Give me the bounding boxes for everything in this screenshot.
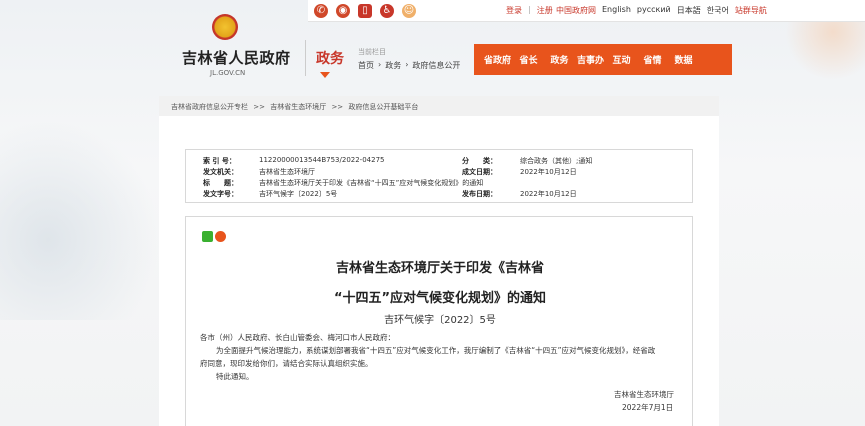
title-value: 吉林省生态环境厅关于印发《吉林省“十四五”应对气候变化规划》的通知 (259, 179, 484, 187)
separator: | (528, 5, 531, 14)
breadcrumb-separator: >> (253, 103, 265, 111)
accessibility-icon[interactable]: ♿ (380, 4, 394, 18)
mascot-icon[interactable]: ☺ (402, 4, 416, 18)
nav-item-interaction[interactable]: 互动 (606, 53, 637, 66)
index-label: 索 引 号： (203, 157, 236, 165)
section-title: 政务 (316, 51, 344, 67)
header-divider (305, 40, 306, 76)
document-body: 吉林省生态环境厅关于印发《吉林省 “十四五”应对气候变化规划》的通知 吉环气候字… (185, 216, 693, 426)
top-bar: ✆ ◉ ▯ ♿ ☺ 登录 | 注册 中国政府网 English русский … (308, 0, 865, 22)
document-recipients: 各市（州）人民政府、长白山管委会、梅河口市人民政府： (200, 333, 395, 342)
current-path: 首页 › 政务 › 政府信息公开 (358, 60, 460, 71)
published-date-label: 发布日期： (462, 190, 497, 198)
site-group-nav-link[interactable]: 站群导航 (735, 5, 767, 16)
share-weibo-icon[interactable] (215, 231, 226, 242)
path-disclosure-link[interactable]: 政府信息公开 (412, 60, 460, 71)
lang-link-gov[interactable]: 中国政府网 (556, 5, 596, 16)
share-wechat-icon[interactable] (202, 231, 213, 242)
social-icons: ✆ ◉ ▯ ♿ ☺ (314, 4, 416, 18)
document-title-line1: 吉林省生态环境厅关于印发《吉林省 (335, 261, 544, 276)
document-title-line2: “十四五”应对气候变化规划》的通知 (333, 291, 547, 306)
main-nav: 省政府 省长 政务 吉事办 互动 省情 数据 (474, 44, 732, 75)
nav-item-affairs[interactable]: 政务 (544, 53, 575, 66)
breadcrumb-platform[interactable]: 政府信息公开基础平台 (348, 103, 418, 111)
title-label: 标 题： (203, 179, 238, 187)
path-separator: › (405, 60, 409, 69)
created-date-value: 2022年10月12日 (520, 168, 577, 176)
created-date-label: 成文日期： (462, 168, 497, 176)
lang-link-english[interactable]: English (602, 5, 631, 16)
nav-item-governor[interactable]: 省长 (513, 53, 544, 66)
weibo-icon[interactable]: ◉ (336, 4, 350, 18)
mobile-icon[interactable]: ▯ (358, 4, 372, 18)
index-value: 11220000013544B753/2022-04275 (259, 156, 385, 164)
current-section-label: 当前栏目 (358, 48, 386, 56)
background-landscape (0, 120, 160, 320)
document-number: 吉环气候字〔2022〕5号 (384, 315, 496, 326)
document-paragraph-1-line2: 府同意，现印发给你们，请结合实际认真组织实施。 (200, 359, 373, 368)
lang-link-russian[interactable]: русский (637, 5, 671, 16)
docnum-value: 吉环气候字〔2022〕5号 (259, 190, 338, 198)
site-name[interactable]: 吉林省人民政府 (182, 47, 291, 68)
org-value: 吉林省生态环境厅 (259, 168, 315, 176)
path-home-link[interactable]: 首页 (358, 60, 374, 71)
document-date: 2022年7月1日 (622, 403, 674, 412)
document-paragraph-1-line1: 为全面提升气候治理能力，系统谋划部署我省“十四五”应对气候变化工作，我厅编制了《… (216, 346, 656, 355)
content-card: 吉林省政府信息公开专栏 >> 吉林省生态环境厅 >> 政府信息公开基础平台 索 … (159, 96, 719, 426)
site-domain: JL.GOV.CN (210, 69, 246, 77)
breadcrumb: 吉林省政府信息公开专栏 >> 吉林省生态环境厅 >> 政府信息公开基础平台 (159, 96, 719, 116)
nav-item-data[interactable]: 数据 (668, 53, 699, 66)
document-signer: 吉林省生态环境厅 (614, 390, 674, 399)
path-affairs-link[interactable]: 政务 (385, 60, 401, 71)
category-value: 综合政务（其他）;通知 (520, 157, 593, 165)
account-links: 登录 | 注册 (506, 5, 553, 16)
section-arrow-icon (320, 72, 330, 78)
wechat-icon[interactable]: ✆ (314, 4, 328, 18)
language-links: 中国政府网 English русский 日本語 한국어 站群导航 (556, 5, 767, 16)
breadcrumb-separator: >> (331, 103, 344, 111)
nav-item-provincial-gov[interactable]: 省政府 (482, 53, 513, 66)
nav-item-province-info[interactable]: 省情 (637, 53, 668, 66)
login-link[interactable]: 登录 (506, 5, 522, 16)
share-buttons (202, 231, 226, 242)
org-label: 发文机关： (203, 168, 238, 176)
breadcrumb-eco-dept[interactable]: 吉林省生态环境厅 (270, 103, 326, 111)
register-link[interactable]: 注册 (537, 5, 553, 16)
path-separator: › (378, 60, 382, 69)
lang-link-japanese[interactable]: 日本語 (677, 5, 701, 16)
breadcrumb-disclosure-column[interactable]: 吉林省政府信息公开专栏 (171, 103, 248, 111)
lang-link-korean[interactable]: 한국어 (707, 5, 729, 16)
published-date-value: 2022年10月12日 (520, 190, 577, 198)
document-metadata-table: 索 引 号： 11220000013544B753/2022-04275 分 类… (185, 149, 693, 203)
national-emblem-icon (212, 14, 238, 40)
document-paragraph-2: 特此通知。 (216, 372, 254, 381)
docnum-label: 发文字号： (203, 190, 238, 198)
nav-item-services[interactable]: 吉事办 (575, 53, 606, 66)
category-label: 分 类： (462, 157, 497, 165)
